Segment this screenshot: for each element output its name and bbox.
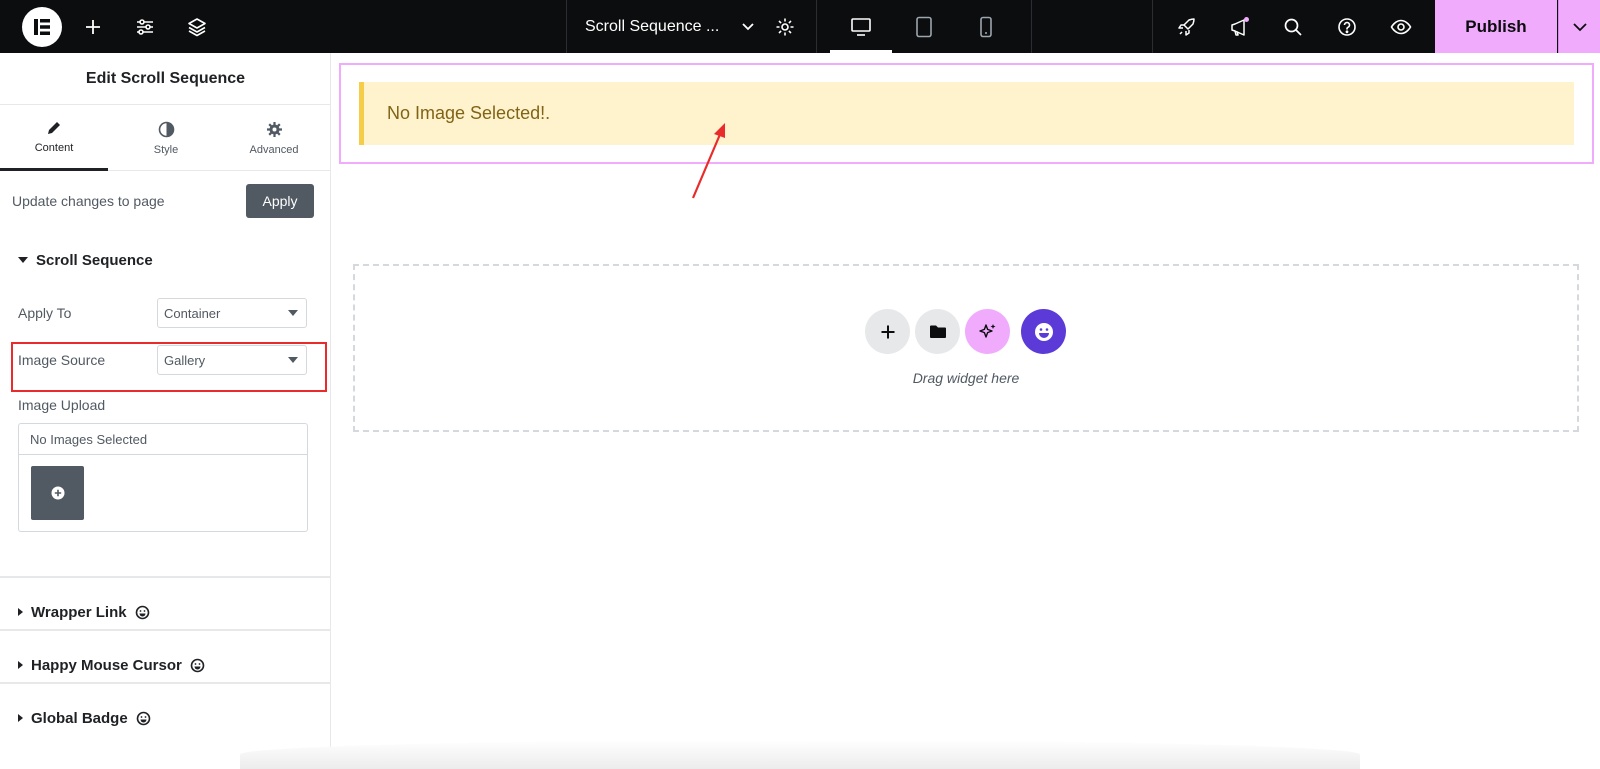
- happy-addons-icon: [1034, 319, 1054, 341]
- tab-style-label: Style: [153, 143, 179, 156]
- topbar-divider: [816, 0, 817, 53]
- caret-right-icon: [18, 661, 23, 669]
- rocket-icon[interactable]: [1172, 0, 1202, 53]
- no-image-notice: No Image Selected!.: [359, 82, 1574, 145]
- tab-content[interactable]: Content: [0, 105, 108, 171]
- page-settings-gear-icon[interactable]: [770, 0, 800, 53]
- happy-addons-icon: [135, 605, 150, 620]
- add-section-button[interactable]: [865, 309, 910, 354]
- annotation-arrow: [691, 123, 725, 199]
- image-upload-label: Image Upload: [18, 397, 106, 413]
- desktop-view-icon[interactable]: [846, 0, 876, 53]
- section-global-badge-title: Global Badge: [31, 709, 128, 727]
- add-element-icon[interactable]: [78, 0, 108, 53]
- apply-to-label: Apply To: [18, 305, 72, 321]
- add-template-button[interactable]: [915, 309, 960, 354]
- happy-addons-templates-button[interactable]: [1021, 309, 1066, 354]
- editor-panel: Edit Scroll Sequence Content Style Advan…: [0, 53, 331, 769]
- gallery-status: No Images Selected: [19, 424, 307, 455]
- document-title-dropdown[interactable]: Scroll Sequence ...: [585, 0, 755, 53]
- notifications-megaphone-icon[interactable]: [1225, 0, 1255, 53]
- sparkles-icon: [978, 323, 995, 338]
- structure-layers-icon[interactable]: [182, 0, 212, 53]
- section-wrapper-link[interactable]: Wrapper Link: [18, 602, 150, 622]
- section-scroll-sequence[interactable]: Scroll Sequence: [18, 250, 153, 270]
- ai-generate-button[interactable]: [965, 309, 1010, 354]
- add-images-button[interactable]: [31, 466, 84, 520]
- apply-to-value: Container: [164, 305, 221, 321]
- canvas-bottom-shadow: [240, 740, 1360, 769]
- tab-content-label: Content: [34, 141, 74, 154]
- caret-down-icon: [18, 257, 28, 263]
- tab-advanced[interactable]: Advanced: [220, 105, 328, 171]
- panel-title: Edit Scroll Sequence: [0, 53, 331, 105]
- image-gallery-control: No Images Selected: [18, 423, 308, 532]
- pencil-icon: [48, 121, 60, 134]
- update-changes-row: Update changes to page Apply: [12, 184, 314, 218]
- section-divider: [0, 576, 331, 578]
- section-divider: [0, 629, 331, 631]
- document-title: Scroll Sequence ...: [585, 17, 720, 35]
- image-source-select[interactable]: Gallery: [157, 345, 307, 375]
- elementor-logo-icon[interactable]: [22, 7, 62, 47]
- tablet-view-icon[interactable]: [909, 0, 939, 53]
- preview-eye-icon[interactable]: [1386, 0, 1416, 53]
- site-settings-sliders-icon[interactable]: [130, 0, 160, 53]
- image-source-label: Image Source: [18, 352, 106, 368]
- topbar-divider: [1152, 0, 1153, 53]
- publish-options-chevron-icon[interactable]: [1558, 0, 1600, 53]
- apply-button[interactable]: Apply: [246, 184, 314, 218]
- chevron-down-icon: [741, 22, 755, 32]
- section-happy-mouse-cursor[interactable]: Happy Mouse Cursor: [18, 655, 205, 675]
- topbar-divider: [566, 0, 567, 53]
- contrast-icon: [158, 121, 174, 137]
- section-wrapper-link-title: Wrapper Link: [31, 603, 127, 621]
- publish-button[interactable]: Publish: [1435, 0, 1557, 53]
- caret-down-icon: [288, 310, 298, 316]
- section-divider: [0, 682, 331, 684]
- tab-advanced-label: Advanced: [249, 143, 299, 156]
- caret-right-icon: [18, 608, 23, 616]
- drag-widget-hint: Drag widget here: [912, 370, 1020, 386]
- empty-container-drop-zone[interactable]: [353, 264, 1579, 432]
- section-scroll-sequence-title: Scroll Sequence: [36, 251, 153, 269]
- section-happy-mouse-cursor-title: Happy Mouse Cursor: [31, 656, 182, 674]
- top-bar: Scroll Sequence ... Publish: [0, 0, 1600, 53]
- image-source-value: Gallery: [164, 352, 206, 368]
- tab-style[interactable]: Style: [112, 105, 220, 171]
- panel-tabs: Content Style Advanced: [0, 105, 331, 171]
- plus-circle-icon: [51, 486, 64, 500]
- folder-icon: [929, 325, 946, 338]
- search-icon[interactable]: [1278, 0, 1308, 53]
- apply-to-select[interactable]: Container: [157, 298, 307, 328]
- update-changes-text: Update changes to page: [12, 193, 165, 209]
- caret-down-icon: [288, 357, 298, 363]
- plus-icon: [881, 325, 894, 338]
- mobile-view-icon[interactable]: [971, 0, 1001, 53]
- happy-addons-icon: [190, 658, 205, 673]
- caret-right-icon: [18, 714, 23, 722]
- help-icon[interactable]: [1332, 0, 1362, 53]
- happy-addons-icon: [136, 711, 151, 726]
- topbar-divider: [1031, 0, 1032, 53]
- section-global-badge[interactable]: Global Badge: [18, 708, 151, 728]
- gear-icon: [266, 121, 282, 137]
